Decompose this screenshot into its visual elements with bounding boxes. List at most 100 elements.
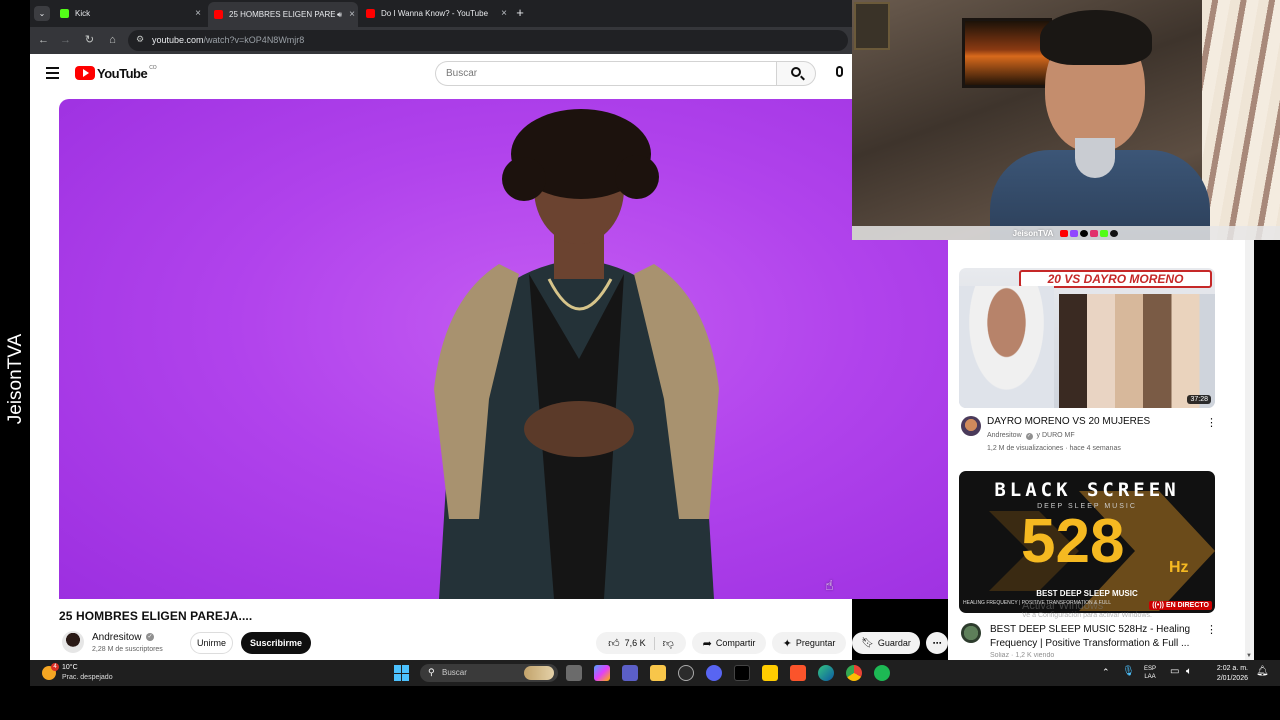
join-label: Unirme [196,638,226,648]
chrome-icon[interactable] [846,665,862,681]
join-button[interactable]: Unirme [190,632,233,654]
channel-avatar[interactable] [62,631,84,653]
language-indicator[interactable]: ESP LAA [1144,665,1156,681]
tab-youtube-2[interactable]: Do I Wanna Know? - YouTube × [360,4,510,23]
tab-search-button[interactable]: ⌄ [34,6,50,21]
x-social-icon [1080,229,1089,237]
address-bar[interactable]: ⚙ youtube.com/watch?v=kOP4N8Wmjr8 [128,30,848,51]
scrollbar[interactable]: ▼ [1245,240,1254,660]
browser-tab-strip: ⌄ Kick × 25 HOMBRES ELIGEN PARE. 🔊︎ × Do… [30,0,852,27]
rec-menu-icon[interactable]: ⋮ [1206,416,1217,429]
rec-channel-avatar[interactable] [961,416,981,436]
teams-icon[interactable] [622,665,638,681]
lang-line2: LAA [1144,674,1156,680]
streamer-watermark: JeisonTVA [4,330,28,430]
tray-overflow-icon[interactable]: ⌃ [1102,667,1110,678]
more-actions-button[interactable]: ⋯ [926,632,948,654]
forward-icon[interactable]: → [58,33,73,48]
search-button[interactable] [776,61,816,86]
subscriber-count: 2,28 M de suscriptores [92,646,163,653]
file-explorer-icon[interactable] [650,665,666,681]
tiktok-icon[interactable] [734,665,750,681]
weather-widget[interactable]: 4 10°C Prac. despejado [42,663,113,683]
rec-channel: Andresitow ✓ y DURO MF [987,432,1075,440]
like-count: 7,6 K [624,638,646,648]
rec-channel-name[interactable]: Andresitow [987,432,1022,439]
obs-icon[interactable] [762,665,778,681]
new-tab-button[interactable]: + [512,5,528,21]
speaker-icon[interactable]: 🔊︎ [337,10,342,20]
subscribe-button[interactable]: Suscribirme [241,632,311,654]
network-icon[interactable]: ▭ [1170,666,1179,677]
site-info-icon[interactable]: ⚙ [136,34,144,45]
verified-icon: ✓ [1025,433,1033,440]
mic-icon[interactable] [836,66,843,77]
spotify-icon[interactable] [874,665,890,681]
rec-title[interactable]: BEST DEEP SLEEP MUSIC 528Hz - Healing Fr… [990,623,1200,651]
taskbar-search[interactable]: ⚲ Buscar [420,664,558,682]
save-button[interactable]: 🔖︎ Guardar [852,632,920,654]
reload-icon[interactable]: ↻ [82,33,97,48]
weather-desc: Prac. despejado [62,674,113,681]
home-icon[interactable]: ⌂ [105,33,120,48]
notification-bell-icon[interactable]: 🔔︎ [1256,666,1269,677]
tab-kick[interactable]: Kick × [54,4,204,23]
mic-tray-icon[interactable]: 🎙︎ [1122,666,1135,677]
watermark-text: JeisonTVA [5,333,26,425]
rec-title[interactable]: DAYRO MORENO VS 20 MUJERES [987,416,1150,427]
discord-icon[interactable] [706,665,722,681]
twitch-social-icon [1070,229,1079,237]
url-host: youtube.com [152,35,204,45]
share-icon: ➦ [702,637,712,650]
rec-channel-avatar[interactable] [961,623,981,643]
activate-windows-subtitle: Ve a Configuración para activar Windows. [1022,612,1152,619]
youtube-icon [366,9,375,18]
copilot-icon[interactable] [594,665,610,681]
chatgpt-icon[interactable] [678,665,694,681]
close-tab-icon[interactable]: × [498,8,510,19]
share-button[interactable]: ➦ Compartir [692,632,766,654]
verified-icon: ✓ [146,633,154,641]
weather-temp: 10°C [62,664,78,671]
search-highlight-icon [524,666,554,680]
sparkle-icon: ✦ [782,637,792,650]
youtube-social-icon [1060,229,1069,237]
brave-icon[interactable] [790,665,806,681]
share-label: Compartir [715,638,756,648]
video-player[interactable]: ☝︎ [59,99,948,599]
rec-menu-icon[interactable]: ⋮ [1206,623,1217,636]
tab-label: Do I Wanna Know? - YouTube [381,9,489,18]
kick-social-icon [1100,229,1109,237]
recommendation-thumbnail-1[interactable]: 20 VS DAYRO MORENO 37:28 [959,268,1215,408]
rec-channel-name[interactable]: Soliaz [990,652,1009,659]
search-input[interactable]: Buscar [435,61,776,86]
thumb-down-icon: 👎︎ [662,637,674,650]
tab-youtube-active[interactable]: 25 HOMBRES ELIGEN PARE. 🔊︎ × [208,2,358,27]
thumb-group [1059,294,1215,408]
weather-icon: 4 [42,663,59,680]
edge-icon[interactable] [818,665,834,681]
activate-windows-title: Activar Windows [1022,600,1104,612]
menu-icon[interactable] [46,67,59,79]
volume-icon[interactable]: 🔈︎ [1186,666,1192,677]
clock[interactable]: 2:02 a. m. 2/01/2026 [1206,664,1248,684]
like-button[interactable]: 👍︎ 7,6 K [608,636,655,650]
search-placeholder: Buscar [446,68,478,79]
ask-button[interactable]: ✦ Preguntar [772,632,846,654]
video-duration: 37:28 [1187,395,1211,404]
windows-taskbar: 4 10°C Prac. despejado ⚲ Buscar ⌃ 🎙︎ ESP… [30,660,1280,686]
close-tab-icon[interactable]: × [192,8,204,19]
channel-name[interactable]: Andresitow [92,632,141,643]
scroll-down-icon[interactable]: ▼ [1246,653,1252,659]
rec-title-line1: BEST DEEP SLEEP MUSIC 528Hz - Healing [990,624,1191,635]
task-view-icon[interactable] [566,665,582,681]
video-title: 25 HOMBRES ELIGEN PAREJA.... [59,609,253,623]
bookmark-icon: 🔖︎ [861,637,874,649]
start-button[interactable] [394,665,410,681]
youtube-logo[interactable]: YouTube CO [75,65,157,81]
close-tab-icon[interactable]: × [346,9,358,20]
thumb-up-icon: 👍︎ [608,637,620,650]
back-icon[interactable]: ← [36,33,51,48]
dislike-button[interactable]: 👎︎ [655,637,674,650]
recommendation-thumbnail-2[interactable]: BLACK SCREEN DEEP SLEEP MUSIC 528 Hz BES… [959,471,1215,613]
